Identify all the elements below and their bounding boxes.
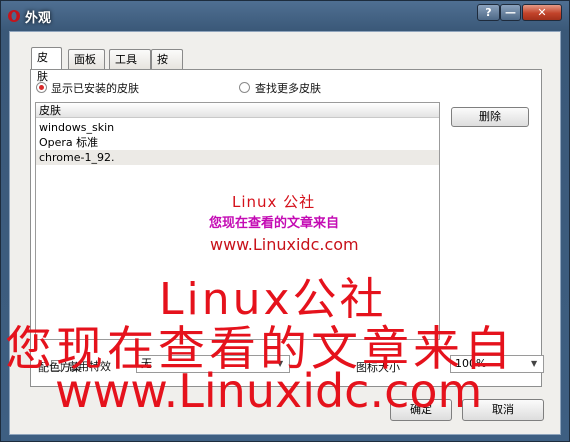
tab-buttons[interactable]: 按钮 [151,49,183,85]
window-title: 外观 [25,11,52,26]
title-bar[interactable]: 外观 ? — ✕ [1,1,569,31]
find-more-skins-radio[interactable] [239,82,250,93]
tab-skin[interactable]: 皮肤 [31,47,62,83]
watermark-small-line2: 您现在查看的文章来自 [209,216,340,231]
opera-logo-icon [8,10,20,22]
watermark-small-line3: www.Linuxidc.com [210,235,359,254]
watermark-large-line3: www.Linuxidc.com [55,364,483,418]
delete-button[interactable]: 删除 [451,107,529,127]
list-item[interactable]: chrome-1_92. [36,150,439,165]
skin-list-header[interactable]: 皮肤 [36,103,439,118]
watermark-small-line1: Linux 公社 [232,193,316,211]
chevron-down-icon: ▼ [531,359,538,368]
minimize-button[interactable]: — [500,4,521,21]
list-item[interactable]: Opera 标准 [36,135,439,150]
help-button[interactable]: ? [477,4,500,21]
tab-toolbar[interactable]: 工具栏 [109,49,151,85]
close-button[interactable]: ✕ [522,4,562,21]
list-item[interactable]: windows_skin [36,120,439,135]
installed-skins-label: 显示已安装的皮肤 [51,82,139,95]
find-more-skins-label: 查找更多皮肤 [255,82,321,95]
tab-panel[interactable]: 面板 [68,49,105,69]
appearance-dialog: 外观 ? — ✕ 皮肤 面板 工具栏 按钮 显示已安装的皮肤 查找更多皮肤 皮肤… [0,0,570,442]
